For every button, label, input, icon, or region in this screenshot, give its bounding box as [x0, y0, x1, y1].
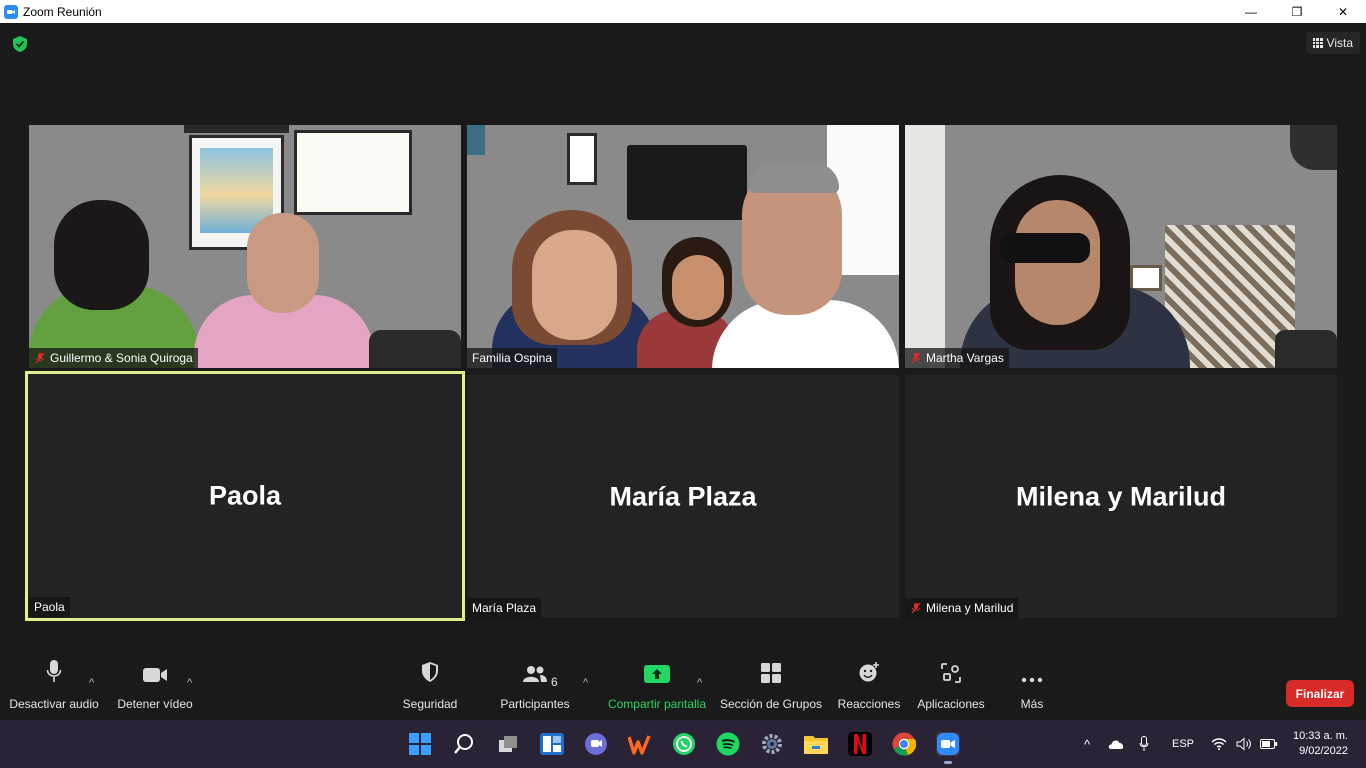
- maximize-button[interactable]: ❐: [1274, 0, 1320, 23]
- windows-taskbar: ^ ESP 10:33 a. m. 9/02/2022: [0, 720, 1366, 768]
- apps-icon: [941, 663, 961, 683]
- clock-date: 9/02/2022: [1299, 745, 1348, 757]
- windows-start-icon[interactable]: [408, 732, 432, 756]
- participants-count: 6: [551, 675, 558, 689]
- end-meeting-button[interactable]: Finalizar: [1286, 680, 1354, 707]
- video-tile-familia-ospina[interactable]: Familia Ospina: [467, 125, 899, 368]
- share-screen-button[interactable]: Compartir pantalla: [607, 653, 707, 720]
- volume-speaker-icon[interactable]: [1236, 720, 1252, 768]
- video-options-caret[interactable]: ^: [187, 677, 192, 689]
- stop-video-button[interactable]: Detener vídeo: [117, 653, 193, 720]
- participant-big-name: Milena y Marilud: [1015, 481, 1227, 511]
- taskbar-clock[interactable]: 10:33 a. m. 9/02/2022: [1293, 729, 1348, 759]
- audio-options-caret[interactable]: ^: [89, 677, 94, 689]
- participant-big-name: María Plaza: [609, 481, 757, 511]
- chrome-icon[interactable]: [892, 732, 916, 756]
- file-explorer-icon[interactable]: [804, 732, 828, 756]
- reactions-button[interactable]: Reacciones: [838, 653, 900, 720]
- zoom-taskbar-icon[interactable]: [936, 732, 960, 764]
- security-shield-icon: [422, 662, 438, 682]
- video-tile-martha-vargas[interactable]: Martha Vargas: [905, 125, 1337, 368]
- breakout-rooms-icon: [761, 663, 781, 683]
- more-dots-icon: [1021, 677, 1043, 683]
- lamp: [1290, 125, 1337, 170]
- wattpad-icon[interactable]: [628, 732, 652, 756]
- muted-mic-icon: [35, 352, 45, 364]
- video-tile-maria-plaza[interactable]: María Plaza María Plaza: [467, 375, 899, 618]
- participant-name-tag: Paola: [29, 597, 70, 617]
- tv-screen: [627, 145, 747, 220]
- clock-time: 10:33 a. m.: [1292, 730, 1348, 742]
- microphone-icon: [46, 660, 62, 682]
- apps-button[interactable]: Aplicaciones: [916, 653, 986, 720]
- muted-mic-icon: [911, 352, 921, 364]
- tray-microphone-icon[interactable]: [1139, 720, 1149, 768]
- show-hidden-icons-caret[interactable]: ^: [1084, 720, 1090, 768]
- more-button[interactable]: Más: [1012, 653, 1052, 720]
- participant-name-tag: Martha Vargas: [905, 348, 1009, 368]
- participant-name-tag: Familia Ospina: [467, 348, 558, 368]
- share-screen-icon: [644, 665, 670, 683]
- participant-name-tag: María Plaza: [467, 598, 542, 618]
- meeting-area: Vista Guillermo & Sonia Quiroga Familia …: [0, 23, 1366, 653]
- view-button[interactable]: Vista: [1305, 32, 1360, 54]
- window-title: Zoom Reunión: [23, 4, 102, 19]
- security-button[interactable]: Seguridad: [400, 653, 460, 720]
- participant-name-tag: Milena y Marilud: [905, 598, 1019, 618]
- participant-big-name: Paola: [208, 480, 282, 511]
- sunglasses: [1000, 233, 1090, 263]
- search-icon[interactable]: [452, 732, 476, 756]
- netflix-icon[interactable]: [848, 732, 872, 756]
- participants-icon: [523, 666, 547, 682]
- battery-icon[interactable]: [1260, 720, 1278, 768]
- spotify-icon[interactable]: [716, 732, 740, 756]
- task-view-icon[interactable]: [496, 732, 520, 756]
- minimize-button[interactable]: —: [1228, 0, 1274, 23]
- girl-face: [672, 255, 724, 320]
- meeting-toolbar: Desactivar audio ^ Detener vídeo ^ Segur…: [0, 653, 1366, 720]
- video-camera-icon: [143, 668, 167, 682]
- person-head: [54, 200, 149, 310]
- grid-view-icon: [1312, 38, 1323, 48]
- wall-drawing: [294, 130, 412, 215]
- teams-chat-icon[interactable]: [584, 732, 608, 756]
- participants-button[interactable]: Participantes: [500, 653, 570, 720]
- participants-options-caret[interactable]: ^: [583, 677, 588, 689]
- person-face: [247, 213, 319, 313]
- window-light: [905, 125, 945, 368]
- wifi-icon[interactable]: [1211, 720, 1227, 768]
- participant-name-tag: Guillermo & Sonia Quiroga: [29, 348, 198, 368]
- video-tile-guillermo-sonia[interactable]: Guillermo & Sonia Quiroga: [29, 125, 461, 368]
- video-tile-paola[interactable]: Paola Paola: [25, 371, 465, 621]
- share-options-caret[interactable]: ^: [697, 677, 702, 689]
- reactions-emoji-icon: [859, 662, 879, 682]
- whatsapp-icon[interactable]: [672, 732, 696, 756]
- input-language[interactable]: ESP: [1172, 720, 1194, 768]
- breakout-rooms-button[interactable]: Sección de Grupos: [720, 653, 822, 720]
- encryption-shield-icon[interactable]: [11, 35, 29, 53]
- onedrive-cloud-icon[interactable]: [1107, 720, 1125, 768]
- zoom-app-icon: [4, 4, 18, 19]
- muted-mic-icon: [911, 602, 921, 614]
- settings-gear-icon[interactable]: [760, 732, 784, 756]
- video-tile-milena-marilud[interactable]: Milena y Marilud Milena y Marilud: [905, 375, 1337, 618]
- woman-left-face: [532, 230, 617, 340]
- title-bar: Zoom Reunión — ❐ ✕: [0, 0, 1366, 23]
- mute-audio-button[interactable]: Desactivar audio: [9, 653, 99, 720]
- close-button[interactable]: ✕: [1320, 0, 1366, 23]
- widgets-icon[interactable]: [540, 732, 564, 756]
- view-label: Vista: [1326, 36, 1353, 50]
